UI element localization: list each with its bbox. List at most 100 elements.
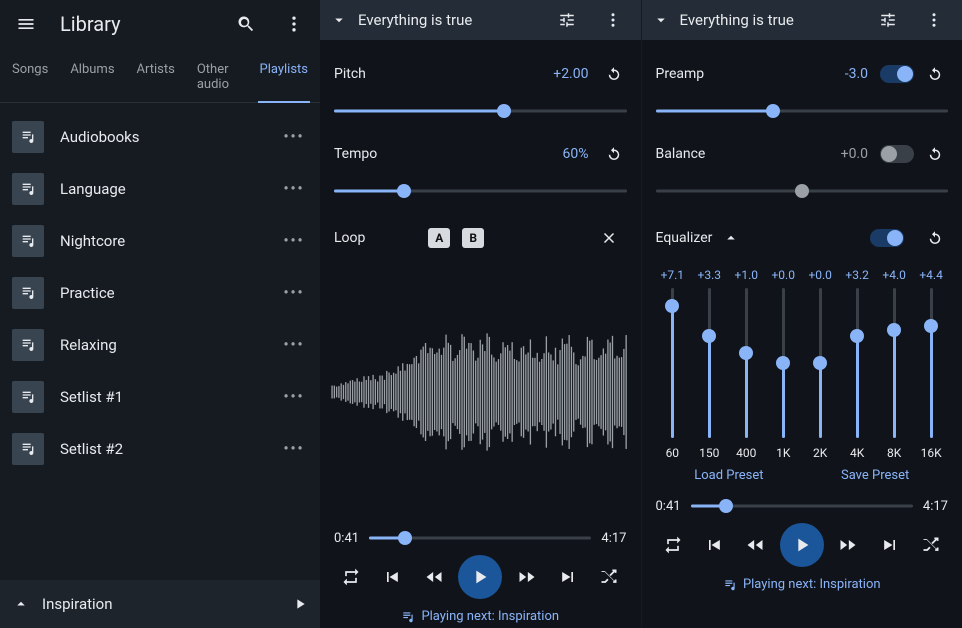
seek-slider[interactable] [691,497,913,515]
seek-slider[interactable] [369,529,591,547]
equalizer-panel: Everything is true Preamp -3.0 Balance +… [641,0,962,628]
preamp-slider[interactable] [656,102,949,120]
skip-next-icon[interactable] [551,560,585,594]
playlist-item[interactable]: Relaxing ••• [0,319,320,371]
chevron-up-icon[interactable] [722,229,740,247]
more-icon[interactable] [595,2,631,38]
eq-gain: +7.1 [656,268,690,282]
loop-a-button[interactable]: A [428,228,450,248]
tempo-slider[interactable] [334,182,627,200]
eq-sliders [656,288,949,438]
eq-band-slider[interactable] [840,288,874,438]
balance-toggle[interactable] [880,145,914,163]
playlist-more-icon[interactable]: ••• [280,181,308,197]
playlist-name: Setlist #1 [60,388,264,406]
now-playing-title: Inspiration [42,595,280,613]
eq-freq: 4K [840,446,874,460]
playlist-item[interactable]: Practice ••• [0,267,320,319]
preamp-reset-icon[interactable] [922,56,948,92]
skip-next-icon[interactable] [873,528,907,562]
playlist-item[interactable]: Nightcore ••• [0,215,320,267]
playlist-icon [12,433,44,465]
eq-band-slider[interactable] [803,288,837,438]
menu-icon[interactable] [8,6,44,42]
load-preset-button[interactable]: Load Preset [694,468,763,483]
eq-band-slider[interactable] [877,288,911,438]
rewind-icon[interactable] [417,560,451,594]
position-label: 0:41 [334,531,359,546]
playlist-item[interactable]: Audiobooks ••• [0,111,320,163]
playlist-item[interactable]: Language ••• [0,163,320,215]
tab-albums[interactable]: Albums [68,56,116,102]
shuffle-icon[interactable] [592,560,626,594]
balance-reset-icon[interactable] [922,136,948,172]
playing-next[interactable]: Playing next: Inspiration [334,609,627,624]
forward-icon[interactable] [831,528,865,562]
library-sidebar: Library Songs Albums Artists Other audio… [0,0,320,628]
repeat-icon[interactable] [334,560,368,594]
repeat-icon[interactable] [656,528,690,562]
playlist-icon [12,329,44,361]
balance-value: +0.0 [841,146,880,162]
loop-b-button[interactable]: B [462,228,484,248]
tab-other-audio[interactable]: Other audio [195,56,240,102]
skip-prev-icon[interactable] [375,560,409,594]
tab-artists[interactable]: Artists [135,56,177,102]
eq-band-slider[interactable] [692,288,726,438]
playlist-more-icon[interactable]: ••• [280,233,308,249]
equalizer-reset-icon[interactable] [922,220,948,256]
eq-gain: +0.0 [766,268,800,282]
chevron-up-icon [12,595,30,613]
pitch-reset-icon[interactable] [601,56,627,92]
save-preset-button[interactable]: Save Preset [841,468,909,483]
more-icon[interactable] [276,6,312,42]
more-icon[interactable] [916,2,952,38]
chevron-down-icon[interactable] [652,11,670,29]
rewind-icon[interactable] [738,528,772,562]
eq-gain: +4.4 [914,268,948,282]
duration-label: 4:17 [923,499,948,514]
play-button[interactable] [458,555,502,599]
track-title: Everything is true [680,11,861,29]
equalizer-toggle[interactable] [870,229,904,247]
eq-band-slider[interactable] [729,288,763,438]
loop-clear-icon[interactable] [591,220,627,256]
eq-band-slider[interactable] [766,288,800,438]
play-icon[interactable] [292,596,308,612]
pitch-slider[interactable] [334,102,627,120]
duration-label: 4:17 [601,531,626,546]
preamp-toggle[interactable] [880,65,914,83]
tab-songs[interactable]: Songs [10,56,50,102]
shuffle-icon[interactable] [914,528,948,562]
play-button[interactable] [780,523,824,567]
eq-gain: +3.3 [692,268,726,282]
loop-row: Loop A B [334,220,627,256]
playlist-icon [12,381,44,413]
eq-band-slider[interactable] [914,288,948,438]
tempo-reset-icon[interactable] [601,136,627,172]
playlist-more-icon[interactable]: ••• [280,441,308,457]
skip-prev-icon[interactable] [697,528,731,562]
playing-next[interactable]: Playing next: Inspiration [656,577,949,592]
balance-slider[interactable] [656,182,949,200]
tab-playlists[interactable]: Playlists [258,56,310,102]
playlist-item[interactable]: Setlist #1 ••• [0,371,320,423]
playlist-more-icon[interactable]: ••• [280,129,308,145]
eq-preset-buttons: Load Preset Save Preset [656,468,949,483]
eq-freq: 16K [914,446,948,460]
tune-icon[interactable] [870,2,906,38]
forward-icon[interactable] [510,560,544,594]
eq-band-slider[interactable] [656,288,690,438]
search-icon[interactable] [228,6,264,42]
eq-freq-labels: 60 150 400 1K 2K 4K 8K 16K [656,446,949,460]
now-playing-bar[interactable]: Inspiration [0,580,320,628]
sidebar-title: Library [60,12,216,36]
playlist-more-icon[interactable]: ••• [280,285,308,301]
seek-row: 0:41 4:17 [334,529,627,547]
playlist-name: Practice [60,284,264,302]
chevron-down-icon[interactable] [330,11,348,29]
tune-icon[interactable] [549,2,585,38]
playlist-item[interactable]: Setlist #2 ••• [0,423,320,475]
playlist-more-icon[interactable]: ••• [280,337,308,353]
playlist-more-icon[interactable]: ••• [280,389,308,405]
